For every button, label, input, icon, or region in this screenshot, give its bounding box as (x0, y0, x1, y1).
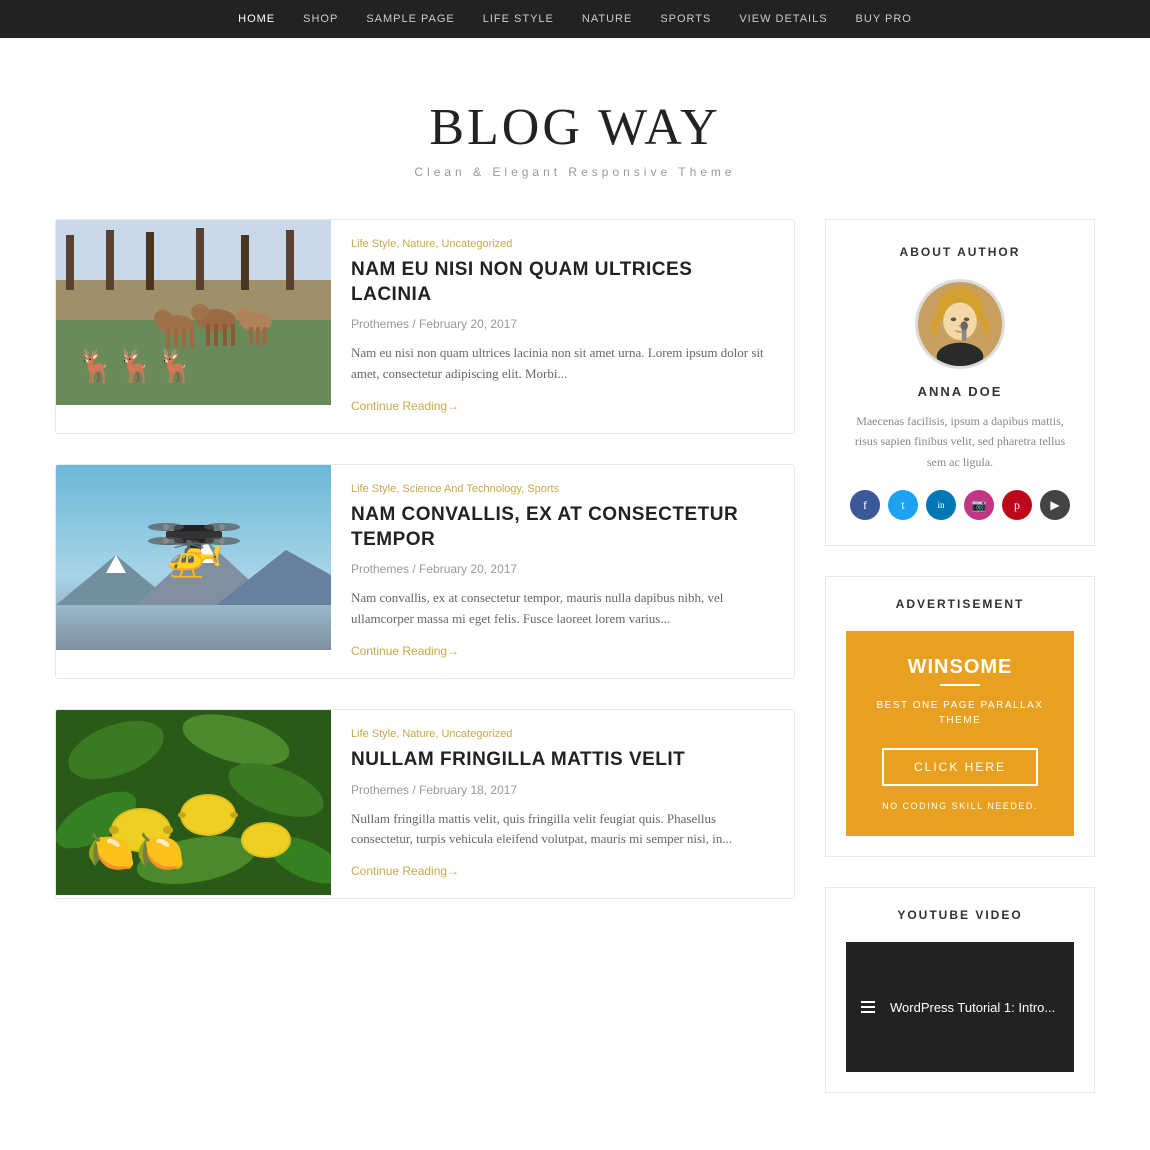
article-meta: Prothemes / February 20, 2017 (351, 562, 774, 576)
ad-product-name: WINSOME (866, 656, 1054, 679)
yt-line-3 (861, 1011, 875, 1013)
main-content: Life Style, Nature, Uncategorized NAM EU… (55, 219, 795, 1123)
yt-line-1 (861, 1001, 875, 1003)
linkedin-icon[interactable]: in (926, 490, 956, 520)
ad-widget-title: ADVERTISEMENT (846, 597, 1074, 611)
article-author: Prothemes (351, 562, 409, 576)
pinterest-icon[interactable]: p (1002, 490, 1032, 520)
youtube-play-icon[interactable]: ▶ (1040, 490, 1070, 520)
article-title: NAM EU NISI NON QUAM ULTRICES LACINIA (351, 258, 774, 307)
article-excerpt: Nullam fringilla mattis velit, quis frin… (351, 809, 774, 851)
article-date: February 18, 2017 (419, 783, 517, 797)
social-icons: f t in 📷 p ▶ (846, 490, 1074, 520)
nav-sample-page[interactable]: SAMPLE PAGE (366, 13, 454, 25)
nav-nature[interactable]: NATURE (582, 13, 632, 25)
article-meta: Prothemes / February 20, 2017 (351, 317, 774, 331)
article-categories: Life Style, Nature, Uncategorized (351, 238, 774, 250)
article-author: Prothemes (351, 317, 409, 331)
instagram-icon[interactable]: 📷 (964, 490, 994, 520)
article-card: Life Style, Nature, Uncategorized NULLAM… (55, 709, 795, 899)
read-more-link[interactable]: Continue Reading→ (351, 864, 459, 878)
article-excerpt: Nam convallis, ex at consectetur tempor,… (351, 588, 774, 630)
ad-note: NO CODING SKILL NEEDED. (866, 801, 1054, 811)
author-bio: Maecenas facilisis, ipsum a dapibus matt… (846, 411, 1074, 472)
ad-cta-button[interactable]: CLICK HERE (882, 748, 1038, 786)
youtube-widget-title: YOUTUBE VIDEO (846, 908, 1074, 922)
about-widget-title: ABOUT AUTHOR (846, 245, 1074, 259)
nav-shop[interactable]: SHOP (303, 13, 338, 25)
article-meta: Prothemes / February 18, 2017 (351, 783, 774, 797)
nav-home[interactable]: HOME (238, 13, 275, 25)
read-more-link[interactable]: Continue Reading→ (351, 644, 459, 658)
article-body: Life Style, Nature, Uncategorized NAM EU… (331, 220, 794, 433)
site-header: BLOG WAY Clean & Elegant Responsive Them… (0, 38, 1150, 219)
article-body: Life Style, Science And Technology, Spor… (331, 465, 794, 678)
site-title: BLOG WAY (20, 98, 1130, 157)
nav-sports[interactable]: SPORTS (660, 13, 711, 25)
article-image (56, 220, 331, 433)
site-tagline: Clean & Elegant Responsive Theme (20, 165, 1130, 179)
youtube-widget: YOUTUBE VIDEO WordPress Tutorial 1: Intr… (825, 887, 1095, 1093)
article-body: Life Style, Nature, Uncategorized NULLAM… (331, 710, 794, 898)
nav-buy-pro[interactable]: BUY PRO (856, 13, 912, 25)
author-avatar (915, 279, 1005, 369)
yt-line-2 (861, 1006, 875, 1008)
article-image (56, 465, 331, 678)
ad-underline (940, 684, 980, 686)
article-image (56, 710, 331, 898)
article-categories: Life Style, Nature, Uncategorized (351, 728, 774, 740)
youtube-thumbnail[interactable]: WordPress Tutorial 1: Intro... (846, 942, 1074, 1072)
advertisement-widget: ADVERTISEMENT WINSOME BEST ONE PAGE PARA… (825, 576, 1095, 857)
twitter-icon[interactable]: t (888, 490, 918, 520)
facebook-icon[interactable]: f (850, 490, 880, 520)
article-card: Life Style, Nature, Uncategorized NAM EU… (55, 219, 795, 434)
author-avatar-inner (918, 279, 1002, 369)
nav-view-details[interactable]: VIEW DETAILS (739, 13, 827, 25)
article-excerpt: Nam eu nisi non quam ultrices lacinia no… (351, 343, 774, 385)
article-title: NULLAM FRINGILLA MATTIS VELIT (351, 748, 774, 773)
article-date: February 20, 2017 (419, 317, 517, 331)
ad-box: WINSOME BEST ONE PAGE PARALLAX THEME CLI… (846, 631, 1074, 836)
yt-menu-icon (856, 996, 880, 1018)
article-categories: Life Style, Science And Technology, Spor… (351, 483, 774, 495)
article-card: Life Style, Science And Technology, Spor… (55, 464, 795, 679)
article-title: NAM CONVALLIS, EX AT CONSECTETUR TEMPOR (351, 503, 774, 552)
author-name: ANNA DOE (846, 384, 1074, 399)
nav-life-style[interactable]: LIFE STYLE (483, 13, 554, 25)
main-nav: HOME SHOP SAMPLE PAGE LIFE STYLE NATURE … (0, 0, 1150, 38)
article-date: February 20, 2017 (419, 562, 517, 576)
read-more-link[interactable]: Continue Reading→ (351, 399, 459, 413)
article-author: Prothemes (351, 783, 409, 797)
youtube-video-title: WordPress Tutorial 1: Intro... (890, 1000, 1055, 1015)
about-widget: ABOUT AUTHOR (825, 219, 1095, 546)
sidebar: ABOUT AUTHOR (825, 219, 1095, 1123)
ad-subtitle: BEST ONE PAGE PARALLAX THEME (866, 698, 1054, 728)
